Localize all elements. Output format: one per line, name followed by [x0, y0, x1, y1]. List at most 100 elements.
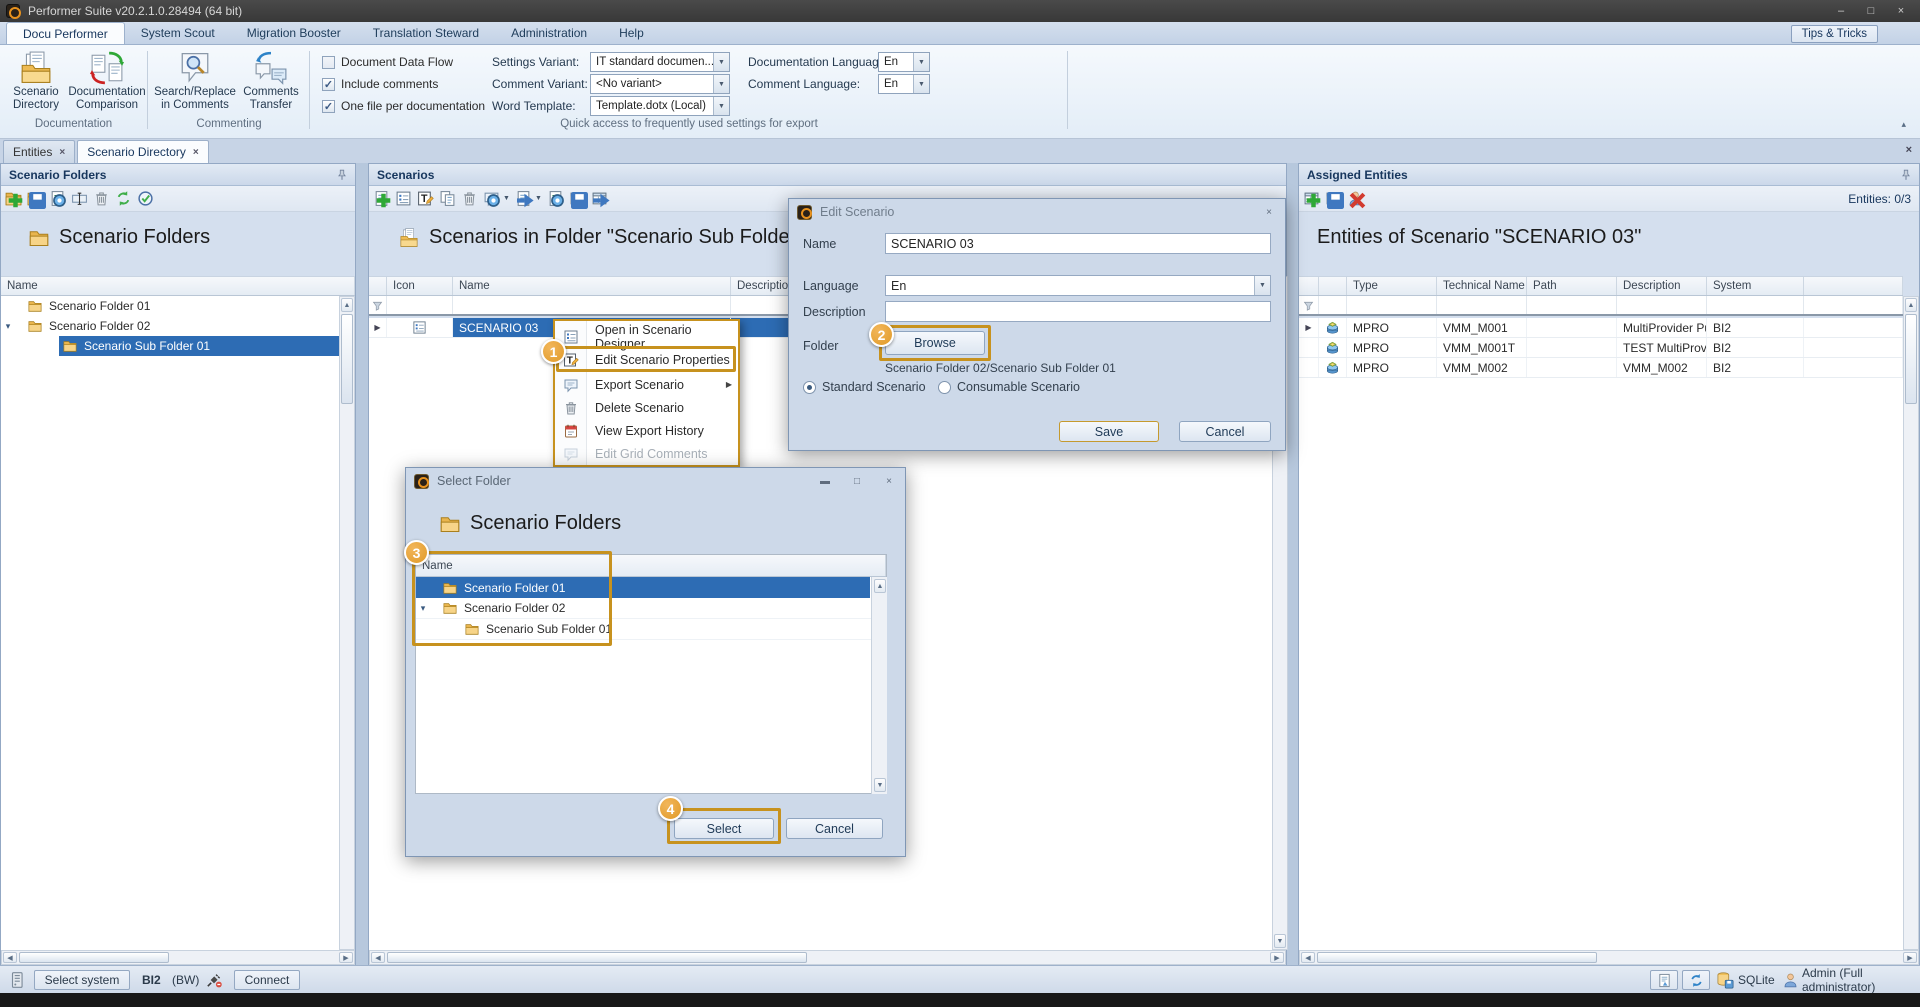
export-excel-button[interactable]: [49, 190, 66, 207]
tree-item-scenario-folder-02[interactable]: ▾ Scenario Folder 02: [416, 598, 886, 619]
dropdown-arrow-icon[interactable]: ▼: [535, 195, 542, 202]
vertical-scrollbar[interactable]: ▲: [339, 296, 355, 950]
tree-item-scenario-sub-folder-01[interactable]: Scenario Sub Folder 01: [416, 619, 886, 640]
edit-scenario-properties-button[interactable]: [417, 190, 434, 207]
column-header-description[interactable]: Description: [1617, 277, 1707, 295]
close-tab-icon[interactable]: ×: [59, 147, 65, 158]
report-button[interactable]: [1650, 970, 1678, 990]
sync-button[interactable]: [1682, 970, 1710, 990]
dropdown-arrow-icon[interactable]: ▼: [913, 75, 929, 93]
checkbox-one-file-per-documentation[interactable]: ✓ One file per documentation: [322, 98, 485, 114]
select-system-button[interactable]: Select system: [34, 970, 130, 990]
expander-icon[interactable]: ▾: [416, 603, 430, 614]
scenario-directory-button[interactable]: ScenarioDirectory: [4, 50, 68, 114]
settings-variant-select[interactable]: IT standard documen...▼: [590, 52, 730, 72]
save-grid-button[interactable]: [569, 190, 586, 207]
radio-consumable-scenario[interactable]: Consumable Scenario: [938, 380, 1080, 394]
save-button[interactable]: Save: [1059, 421, 1159, 442]
export-excel-button[interactable]: [547, 190, 564, 207]
tab-system-scout[interactable]: System Scout: [125, 22, 231, 44]
duplicate-scenario-button[interactable]: [439, 190, 456, 207]
add-entity-button[interactable]: [1303, 190, 1320, 207]
scroll-left-icon[interactable]: ◀: [371, 952, 385, 963]
column-header-path[interactable]: Path: [1527, 277, 1617, 295]
comment-language-select[interactable]: En▼: [878, 74, 930, 94]
menu-item-delete-scenario[interactable]: Delete Scenario: [555, 396, 738, 419]
scroll-down-icon[interactable]: ▼: [874, 778, 886, 792]
filter-row[interactable]: [1299, 296, 1903, 316]
column-header-name[interactable]: Name: [1, 277, 355, 295]
tab-administration[interactable]: Administration: [495, 22, 603, 44]
menu-item-view-export-history[interactable]: View Export History: [555, 419, 738, 442]
documentation-language-select[interactable]: En▼: [878, 52, 930, 72]
dropdown-arrow-icon[interactable]: ▼: [913, 53, 929, 71]
doc-tab-entities[interactable]: Entities ×: [3, 140, 75, 163]
scroll-left-icon[interactable]: ◀: [3, 952, 17, 963]
documentation-comparison-button[interactable]: DocumentationComparison: [70, 50, 144, 114]
select-button[interactable]: Select: [674, 818, 774, 839]
new-folder-button[interactable]: [5, 190, 22, 207]
cancel-button[interactable]: Cancel: [1179, 421, 1271, 442]
tree-item-scenario-folder-01[interactable]: Scenario Folder 01: [416, 577, 886, 598]
tab-translation-steward[interactable]: Translation Steward: [357, 22, 495, 44]
browse-folder-button[interactable]: Browse: [885, 331, 985, 355]
dropdown-arrow-icon[interactable]: ▼: [1254, 276, 1270, 295]
expander-icon[interactable]: ▾: [1, 321, 15, 332]
import-grid-button[interactable]: [591, 190, 608, 207]
connect-button[interactable]: Connect: [234, 970, 300, 990]
pin-icon[interactable]: [335, 168, 349, 182]
pin-icon[interactable]: [1899, 168, 1913, 182]
save-folder-button[interactable]: [27, 190, 44, 207]
checkbox-document-data-flow[interactable]: Document Data Flow: [322, 54, 453, 70]
export-comments-button[interactable]: [483, 190, 500, 207]
vertical-scrollbar[interactable]: ▲: [1903, 296, 1919, 950]
cancel-button[interactable]: Cancel: [786, 818, 883, 839]
scroll-up-icon[interactable]: ▲: [341, 298, 353, 312]
export-documentation-button[interactable]: [515, 190, 532, 207]
tab-docu-performer[interactable]: Docu Performer: [6, 22, 125, 44]
tree-item-scenario-folder-01[interactable]: Scenario Folder 01: [1, 296, 339, 316]
minimize-dialog-icon[interactable]: ▬: [813, 473, 837, 489]
vertical-scrollbar[interactable]: ▲ ▼: [871, 577, 887, 794]
doc-tab-scenario-directory[interactable]: Scenario Directory ×: [77, 140, 209, 163]
dropdown-arrow-icon[interactable]: ▼: [713, 97, 729, 115]
new-scenario-button[interactable]: [373, 190, 390, 207]
radio-standard-scenario[interactable]: Standard Scenario: [803, 380, 926, 394]
column-header-name[interactable]: Name: [416, 555, 886, 576]
maximize-window-button[interactable]: □: [1856, 0, 1886, 22]
horizontal-scrollbar[interactable]: ◀ ▶: [369, 950, 1286, 965]
close-document-icon[interactable]: ×: [1906, 144, 1912, 156]
entity-row[interactable]: MPRO VMM_M001T TEST MultiProvider... BI2: [1299, 338, 1903, 358]
description-field[interactable]: [885, 301, 1271, 322]
remove-entity-button[interactable]: [1347, 190, 1364, 207]
column-header-name[interactable]: Name: [453, 277, 731, 295]
scroll-right-icon[interactable]: ▶: [1903, 952, 1917, 963]
close-dialog-icon[interactable]: ×: [877, 473, 901, 489]
tree-item-scenario-sub-folder-01[interactable]: Scenario Sub Folder 01: [1, 336, 339, 356]
export-entities-button[interactable]: [1325, 190, 1342, 207]
scroll-left-icon[interactable]: ◀: [1301, 952, 1315, 963]
search-replace-comments-button[interactable]: Search/Replacein Comments: [154, 50, 236, 114]
scroll-up-icon[interactable]: ▲: [874, 579, 886, 593]
scroll-up-icon[interactable]: ▲: [1905, 298, 1917, 312]
refresh-button[interactable]: [115, 190, 132, 207]
menu-item-export-scenario[interactable]: Export Scenario ▶: [555, 373, 738, 396]
tab-help[interactable]: Help: [603, 22, 660, 44]
dropdown-arrow-icon[interactable]: ▼: [713, 75, 729, 93]
entity-row[interactable]: MPRO VMM_M002 VMM_M002 BI2: [1299, 358, 1903, 378]
comments-transfer-button[interactable]: CommentsTransfer: [238, 50, 304, 114]
checkbox-include-comments[interactable]: ✓ Include comments: [322, 76, 438, 92]
close-window-button[interactable]: ×: [1886, 0, 1916, 22]
tab-migration-booster[interactable]: Migration Booster: [231, 22, 357, 44]
delete-scenario-button[interactable]: [461, 190, 478, 207]
scroll-down-icon[interactable]: ▼: [1274, 934, 1286, 948]
dropdown-arrow-icon[interactable]: ▼: [713, 53, 729, 71]
tips-and-tricks-button[interactable]: Tips & Tricks: [1791, 25, 1878, 43]
scroll-right-icon[interactable]: ▶: [1270, 952, 1284, 963]
menu-item-edit-scenario-properties[interactable]: Edit Scenario Properties: [555, 348, 738, 371]
maximize-dialog-icon[interactable]: □: [845, 473, 869, 489]
validate-button[interactable]: [137, 190, 154, 207]
scroll-right-icon[interactable]: ▶: [339, 952, 353, 963]
delete-folder-button[interactable]: [93, 190, 110, 207]
close-dialog-icon[interactable]: ×: [1257, 204, 1281, 220]
